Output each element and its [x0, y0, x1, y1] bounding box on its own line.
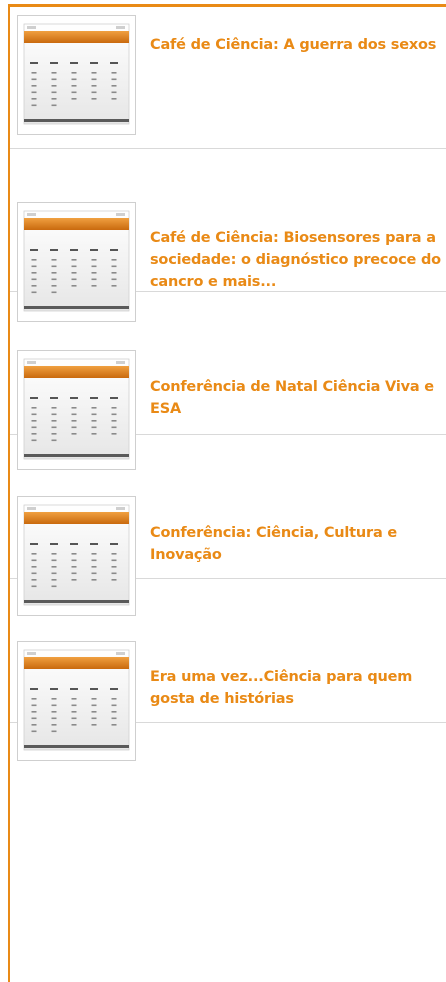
event-thumbnail[interactable] — [17, 15, 136, 135]
event-list: Café de Ciência: A guerra dos sexos Café… — [10, 7, 446, 761]
event-title-link[interactable]: Café de Ciência: A guerra dos sexos — [150, 34, 446, 56]
event-title-link[interactable]: Conferência: Ciência, Cultura e Inovação — [150, 522, 446, 566]
calendar-icon — [18, 16, 135, 134]
event-title-link[interactable]: Café de Ciência: Biosensores para a soci… — [150, 227, 446, 293]
event-thumbnail[interactable] — [17, 641, 136, 761]
event-list-item: Conferência: Ciência, Cultura e Inovação — [10, 435, 446, 616]
event-title-link[interactable]: Era uma vez...Ciência para quem gosta de… — [150, 666, 446, 710]
event-list-item: Era uma vez...Ciência para quem gosta de… — [10, 579, 446, 761]
event-list-item: Café de Ciência: A guerra dos sexos — [10, 7, 446, 149]
events-panel: Café de Ciência: A guerra dos sexos Café… — [8, 4, 446, 982]
event-list-item: Conferência de Natal Ciência Viva e ESA — [10, 292, 446, 470]
event-list-item: Café de Ciência: Biosensores para a soci… — [10, 149, 446, 322]
event-title-link[interactable]: Conferência de Natal Ciência Viva e ESA — [150, 376, 446, 420]
calendar-icon — [18, 642, 135, 760]
